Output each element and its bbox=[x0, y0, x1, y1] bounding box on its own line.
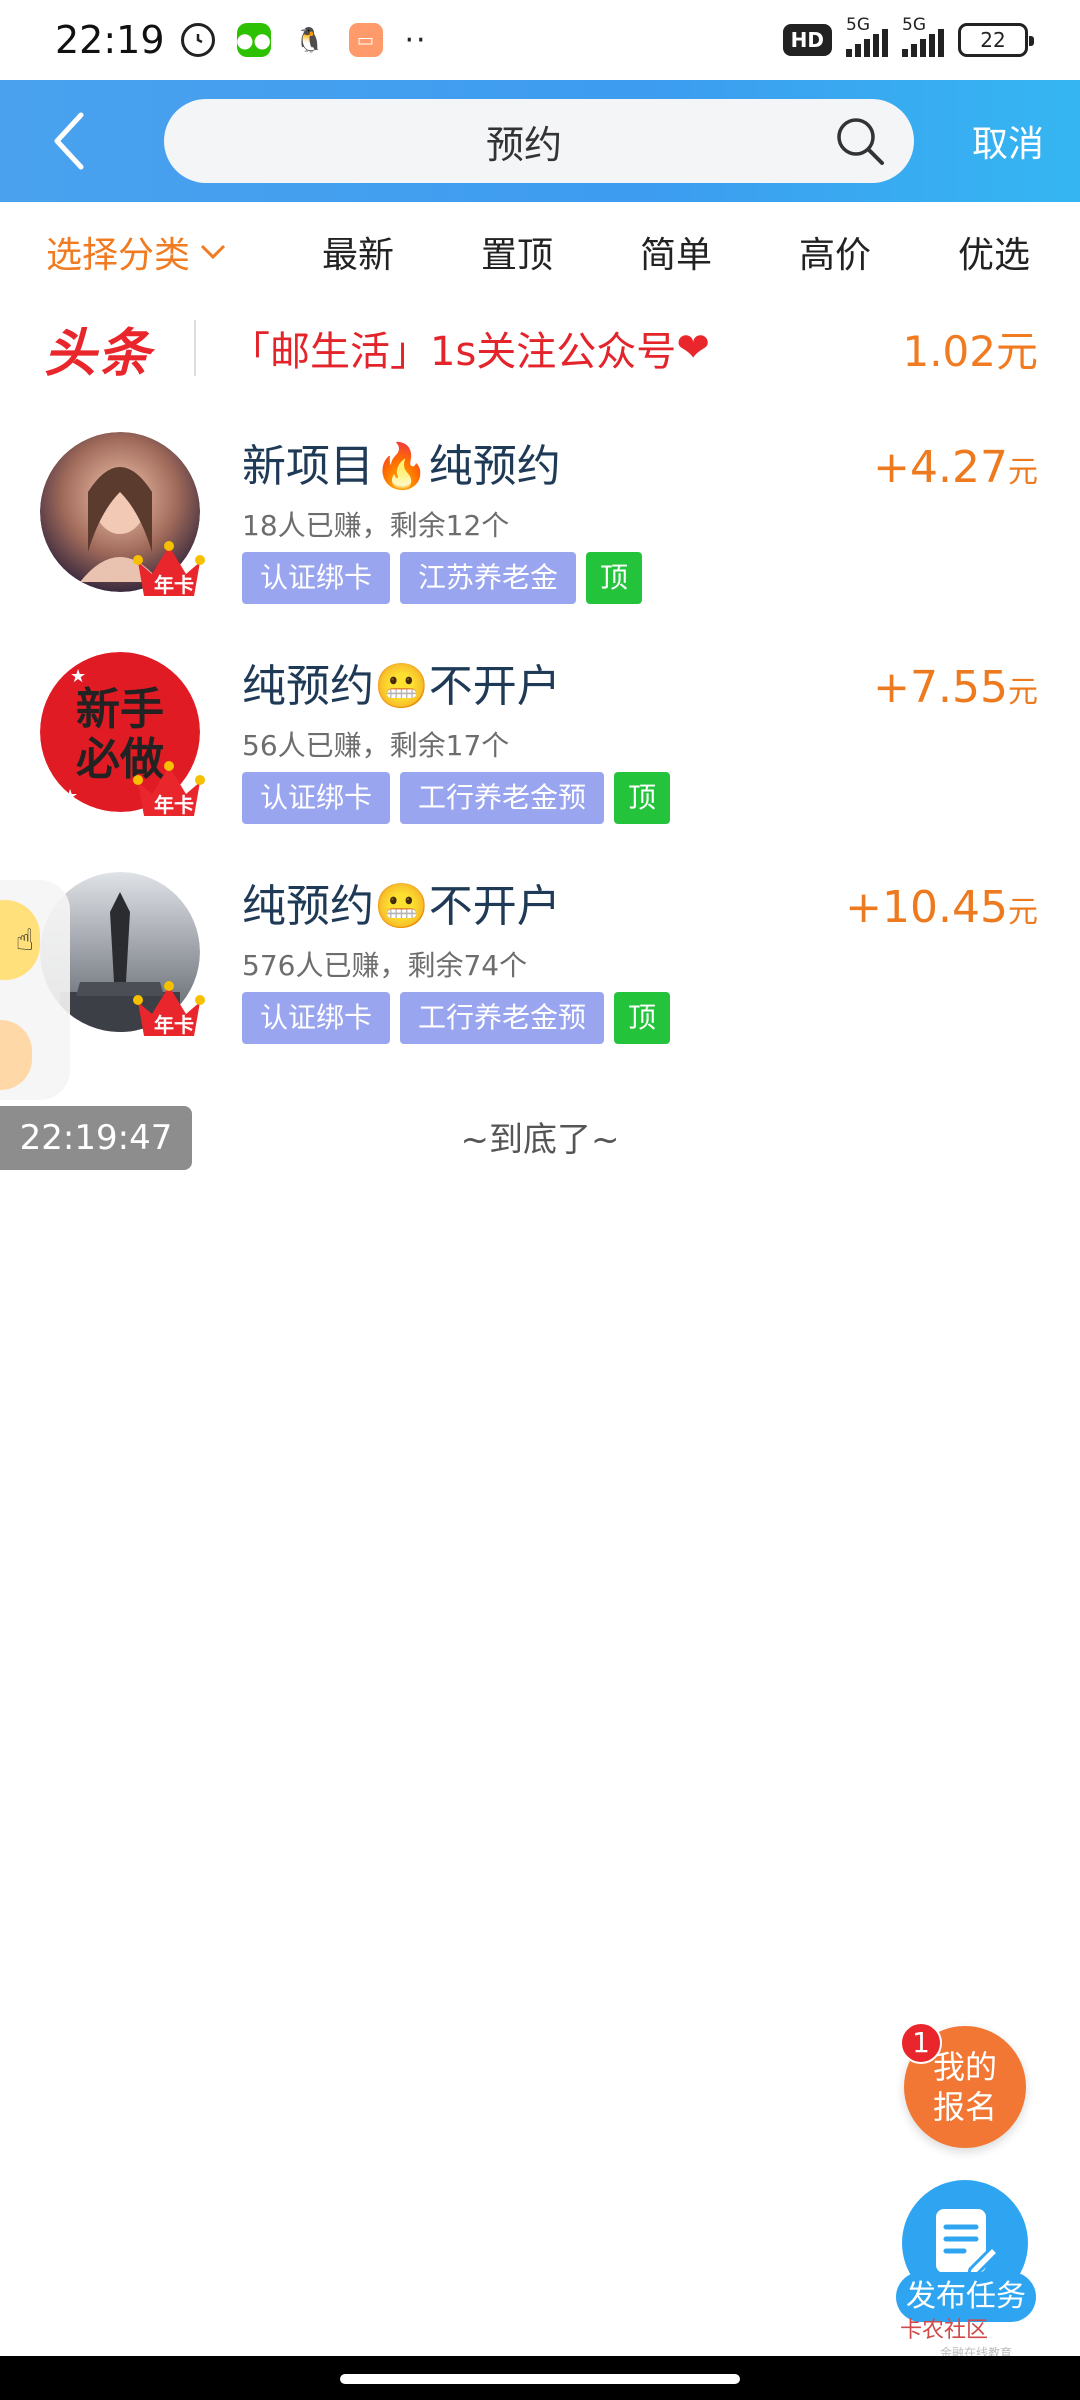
chevron-left-icon bbox=[54, 112, 84, 170]
my-signup-label: 我的报名 bbox=[932, 2048, 997, 2126]
status-bar: 22:19 ●● 🐧 ▭ ·· HD 5G 5G 22 bbox=[0, 0, 1080, 80]
reward-unit: 元 bbox=[1008, 455, 1038, 490]
task-stats: 56人已赚，剩余17个 bbox=[242, 729, 510, 762]
task-title: 纯预约😬不开户 bbox=[242, 870, 561, 934]
headline-price: 1.02元 bbox=[902, 326, 1038, 376]
task-tag: 认证绑卡 bbox=[242, 552, 391, 604]
task-tag: 工行养老金预 bbox=[400, 772, 605, 824]
reward-amount: +4.27 bbox=[873, 442, 1008, 493]
time-overlay: 22:19:47 bbox=[0, 1106, 192, 1170]
task-reward: +4.27元 bbox=[873, 442, 1038, 493]
avatar: 年卡 bbox=[40, 432, 205, 597]
task-title-part: 新项目 bbox=[242, 441, 374, 492]
task-tag: 认证绑卡 bbox=[242, 992, 391, 1044]
task-tag: 认证绑卡 bbox=[242, 772, 391, 824]
pinned-badge: 顶 bbox=[614, 992, 671, 1044]
task-tags: 认证绑卡 工行养老金预 顶 bbox=[242, 992, 671, 1044]
task-title: 纯预约😬不开户 bbox=[242, 650, 561, 714]
search-query: 预约 bbox=[485, 122, 562, 167]
task-tag: 工行养老金预 bbox=[400, 992, 605, 1044]
reward-amount: +10.45 bbox=[845, 882, 1008, 933]
filter-tabs: 选择分类 最新 置顶 简单 高价 优选 bbox=[0, 202, 1080, 298]
headline-text: 「邮生活」1s关注公众号 bbox=[230, 329, 677, 375]
home-indicator[interactable] bbox=[340, 2374, 740, 2384]
system-nav-bar bbox=[0, 2356, 1080, 2400]
search-icon[interactable] bbox=[832, 113, 888, 169]
network-type-1: 5G bbox=[846, 15, 870, 35]
pinned-badge: 顶 bbox=[586, 552, 643, 604]
heart-icon: ❤ bbox=[676, 325, 710, 371]
more-notifications-icon: ·· bbox=[404, 22, 428, 58]
task-stats: 18人已赚，剩余12个 bbox=[242, 509, 510, 542]
annual-card-label: 年卡 bbox=[154, 573, 194, 597]
svg-text:★: ★ bbox=[70, 666, 86, 687]
reward-amount: +7.55 bbox=[873, 662, 1008, 713]
fire-icon: 🔥 bbox=[374, 441, 429, 492]
task-reward: +10.45元 bbox=[845, 882, 1038, 933]
tab-latest[interactable]: 最新 bbox=[322, 226, 394, 278]
task-tags: 认证绑卡 工行养老金预 顶 bbox=[242, 772, 671, 824]
tab-high-price[interactable]: 高价 bbox=[799, 226, 871, 278]
task-title: 新项目🔥纯预约 bbox=[242, 430, 561, 494]
task-title-part: 纯预约 bbox=[242, 661, 374, 712]
back-button[interactable] bbox=[34, 106, 104, 176]
task-title-part: 纯预约 bbox=[428, 441, 561, 492]
divider bbox=[194, 320, 197, 376]
task-tags: 认证绑卡 江苏养老金 顶 bbox=[242, 552, 643, 604]
wechat-icon: ●● bbox=[236, 23, 271, 57]
annual-card-label: 年卡 bbox=[154, 793, 194, 817]
my-signup-button[interactable]: 我的报名 1 bbox=[900, 2022, 1026, 2148]
svg-text:★: ★ bbox=[62, 786, 78, 807]
search-header: 预约 取消 bbox=[0, 80, 1080, 202]
task-reward: +7.55元 bbox=[873, 662, 1038, 713]
tab-category-label: 选择分类 bbox=[46, 235, 191, 276]
grimace-emoji-icon: 😬 bbox=[374, 881, 429, 932]
chevron-down-icon bbox=[200, 244, 226, 260]
qq-icon: 🐧 bbox=[292, 23, 327, 57]
tab-pinned[interactable]: 置顶 bbox=[481, 226, 553, 278]
task-item[interactable]: 年卡 纯预约😬不开户 576人已赚，剩余74个 认证绑卡 工行养老金预 顶 +1… bbox=[0, 848, 1080, 1068]
avatar: 新手 必做 ★ ★ 年卡 bbox=[40, 652, 205, 817]
network-type-2: 5G bbox=[902, 15, 926, 35]
hd-voice-icon: HD bbox=[782, 24, 832, 56]
task-title-part: 不开户 bbox=[428, 661, 561, 712]
search-input[interactable]: 预约 bbox=[164, 99, 914, 183]
app-notification-icon: ▭ bbox=[348, 23, 383, 57]
reward-unit: 元 bbox=[1008, 895, 1038, 930]
signal-icon-1: 5G bbox=[846, 15, 888, 57]
reward-unit: 元 bbox=[1008, 675, 1038, 710]
notification-icons: ●● 🐧 ▭ ·· bbox=[180, 22, 428, 58]
tab-preferred[interactable]: 优选 bbox=[958, 226, 1030, 278]
task-title-part: 不开户 bbox=[428, 881, 561, 932]
signal-icon-2: 5G bbox=[902, 15, 944, 57]
tab-simple[interactable]: 简单 bbox=[640, 226, 712, 278]
alarm-icon bbox=[180, 23, 215, 57]
avatar-text-1: 新手 bbox=[76, 684, 164, 735]
notification-badge: 1 bbox=[900, 2022, 942, 2064]
grimace-emoji-icon: 😬 bbox=[374, 661, 429, 712]
headline-logo: 头条 bbox=[44, 323, 153, 384]
edit-document-icon bbox=[936, 2209, 1000, 2280]
battery-icon: 22 bbox=[958, 23, 1034, 57]
pinned-badge: 顶 bbox=[614, 772, 671, 824]
task-title-part: 纯预约 bbox=[242, 881, 374, 932]
task-tag: 江苏养老金 bbox=[400, 552, 577, 604]
tab-select-category[interactable]: 选择分类 bbox=[46, 226, 226, 278]
task-item[interactable]: 新手 必做 ★ ★ 年卡 纯预约😬不开户 56人已赚，剩余17个 认证绑卡 工行… bbox=[0, 628, 1080, 848]
headline-banner[interactable]: 头条 「邮生活」1s关注公众号 ❤ 1.02元 bbox=[0, 304, 1080, 392]
status-time: 22:19 bbox=[55, 18, 165, 62]
task-item[interactable]: 年卡 新项目🔥纯预约 18人已赚，剩余12个 认证绑卡 江苏养老金 顶 +4.2… bbox=[0, 408, 1080, 628]
watermark: 卡农社区 金融在线教育 bbox=[900, 2312, 1012, 2361]
annual-card-label: 年卡 bbox=[154, 1013, 194, 1037]
task-stats: 576人已赚，剩余74个 bbox=[242, 949, 528, 982]
watermark-name: 卡农社区 bbox=[900, 2318, 989, 2343]
cancel-button[interactable]: 取消 bbox=[972, 115, 1044, 167]
